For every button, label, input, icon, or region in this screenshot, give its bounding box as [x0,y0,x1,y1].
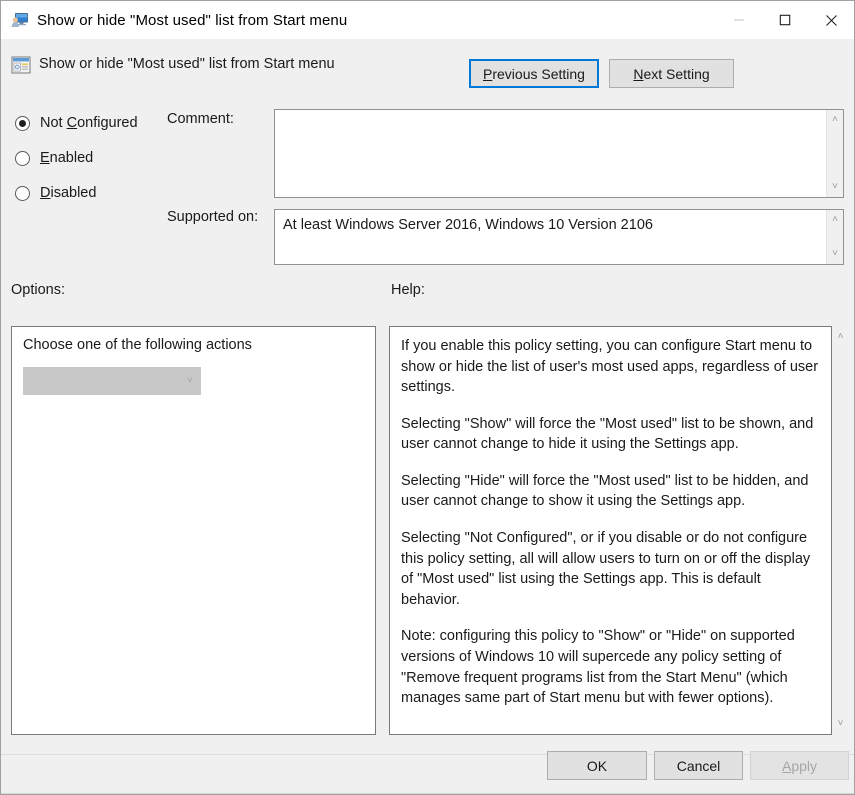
computer-user-icon [11,11,29,29]
policy-name-label: Show or hide "Most used" list from Start… [39,56,335,72]
comment-label: Comment: [167,111,234,127]
radio-indicator [15,150,30,166]
dialog-header: Show or hide "Most used" list from Start… [1,39,854,97]
radio-disabled-label: Disabled [40,185,97,201]
help-panel: If you enable this policy setting, you c… [389,326,832,735]
comment-scrollbar[interactable]: ˄ ˅ [826,110,843,197]
supported-on-textbox: At least Windows Server 2016, Windows 10… [274,209,844,265]
maximize-icon[interactable] [762,1,808,39]
help-paragraph: Selecting "Not Configured", or if you di… [401,530,811,608]
comment-textbox[interactable]: ˄ ˅ [274,109,844,198]
help-text: If you enable this policy setting, you c… [390,327,831,734]
help-scrollbar[interactable]: ˄ ˅ [832,326,849,735]
comment-value[interactable] [275,110,826,197]
radio-indicator [15,115,30,131]
radio-indicator [15,185,30,201]
next-setting-button[interactable]: Next Setting [609,59,734,88]
help-paragraph: Selecting "Hide" will force the "Most us… [401,472,809,510]
title-bar: Show or hide "Most used" list from Start… [1,1,854,39]
actions-dropdown[interactable]: ˅ [23,367,201,395]
scroll-down-icon[interactable]: ˅ [827,247,844,261]
radio-not-configured-label: Not Configured [40,115,138,131]
options-panel: Choose one of the following actions ˅ [11,326,376,735]
supported-on-label: Supported on: [167,209,259,225]
minimize-icon[interactable] [716,1,762,39]
previous-setting-label: Previous Setting [483,65,585,82]
policy-setting-dialog: Show or hide "Most used" list from Start… [0,0,855,795]
cancel-button[interactable]: Cancel [654,751,743,780]
radio-enabled-label: Enabled [40,150,94,166]
scroll-down-icon[interactable]: ˅ [827,180,844,194]
radio-disabled[interactable]: Disabled [15,185,96,201]
policy-setting-icon [11,55,31,75]
scroll-up-icon[interactable]: ˄ [827,113,844,127]
chevron-down-icon: ˅ [187,375,193,386]
scroll-up-icon[interactable]: ˄ [827,213,844,227]
options-label: Options: [11,282,65,298]
scroll-down-icon[interactable]: ˅ [832,717,849,731]
scroll-up-icon[interactable]: ˄ [832,330,849,344]
supported-on-scrollbar[interactable]: ˄ ˅ [826,210,843,264]
apply-button[interactable]: Apply [750,751,849,780]
help-paragraph: Selecting "Show" will force the "Most us… [401,415,814,453]
supported-on-value: At least Windows Server 2016, Windows 10… [283,217,653,233]
help-paragraph: Note: configuring this policy to "Show" … [401,628,795,707]
ok-button[interactable]: OK [547,751,647,780]
window-bottom-edge [1,793,854,794]
option-caption: Choose one of the following actions [23,337,252,353]
window-title: Show or hide "Most used" list from Start… [37,11,348,29]
help-paragraph: If you enable this policy setting, you c… [401,338,819,396]
help-label: Help: [391,282,425,298]
radio-enabled[interactable]: Enabled [15,150,93,166]
radio-not-configured[interactable]: Not Configured [15,115,138,131]
previous-setting-button[interactable]: Previous Setting [469,59,599,88]
apply-label: Apply [781,757,818,774]
close-icon[interactable] [808,1,854,39]
next-setting-label: Next Setting [633,65,710,82]
window-controls [716,1,854,39]
